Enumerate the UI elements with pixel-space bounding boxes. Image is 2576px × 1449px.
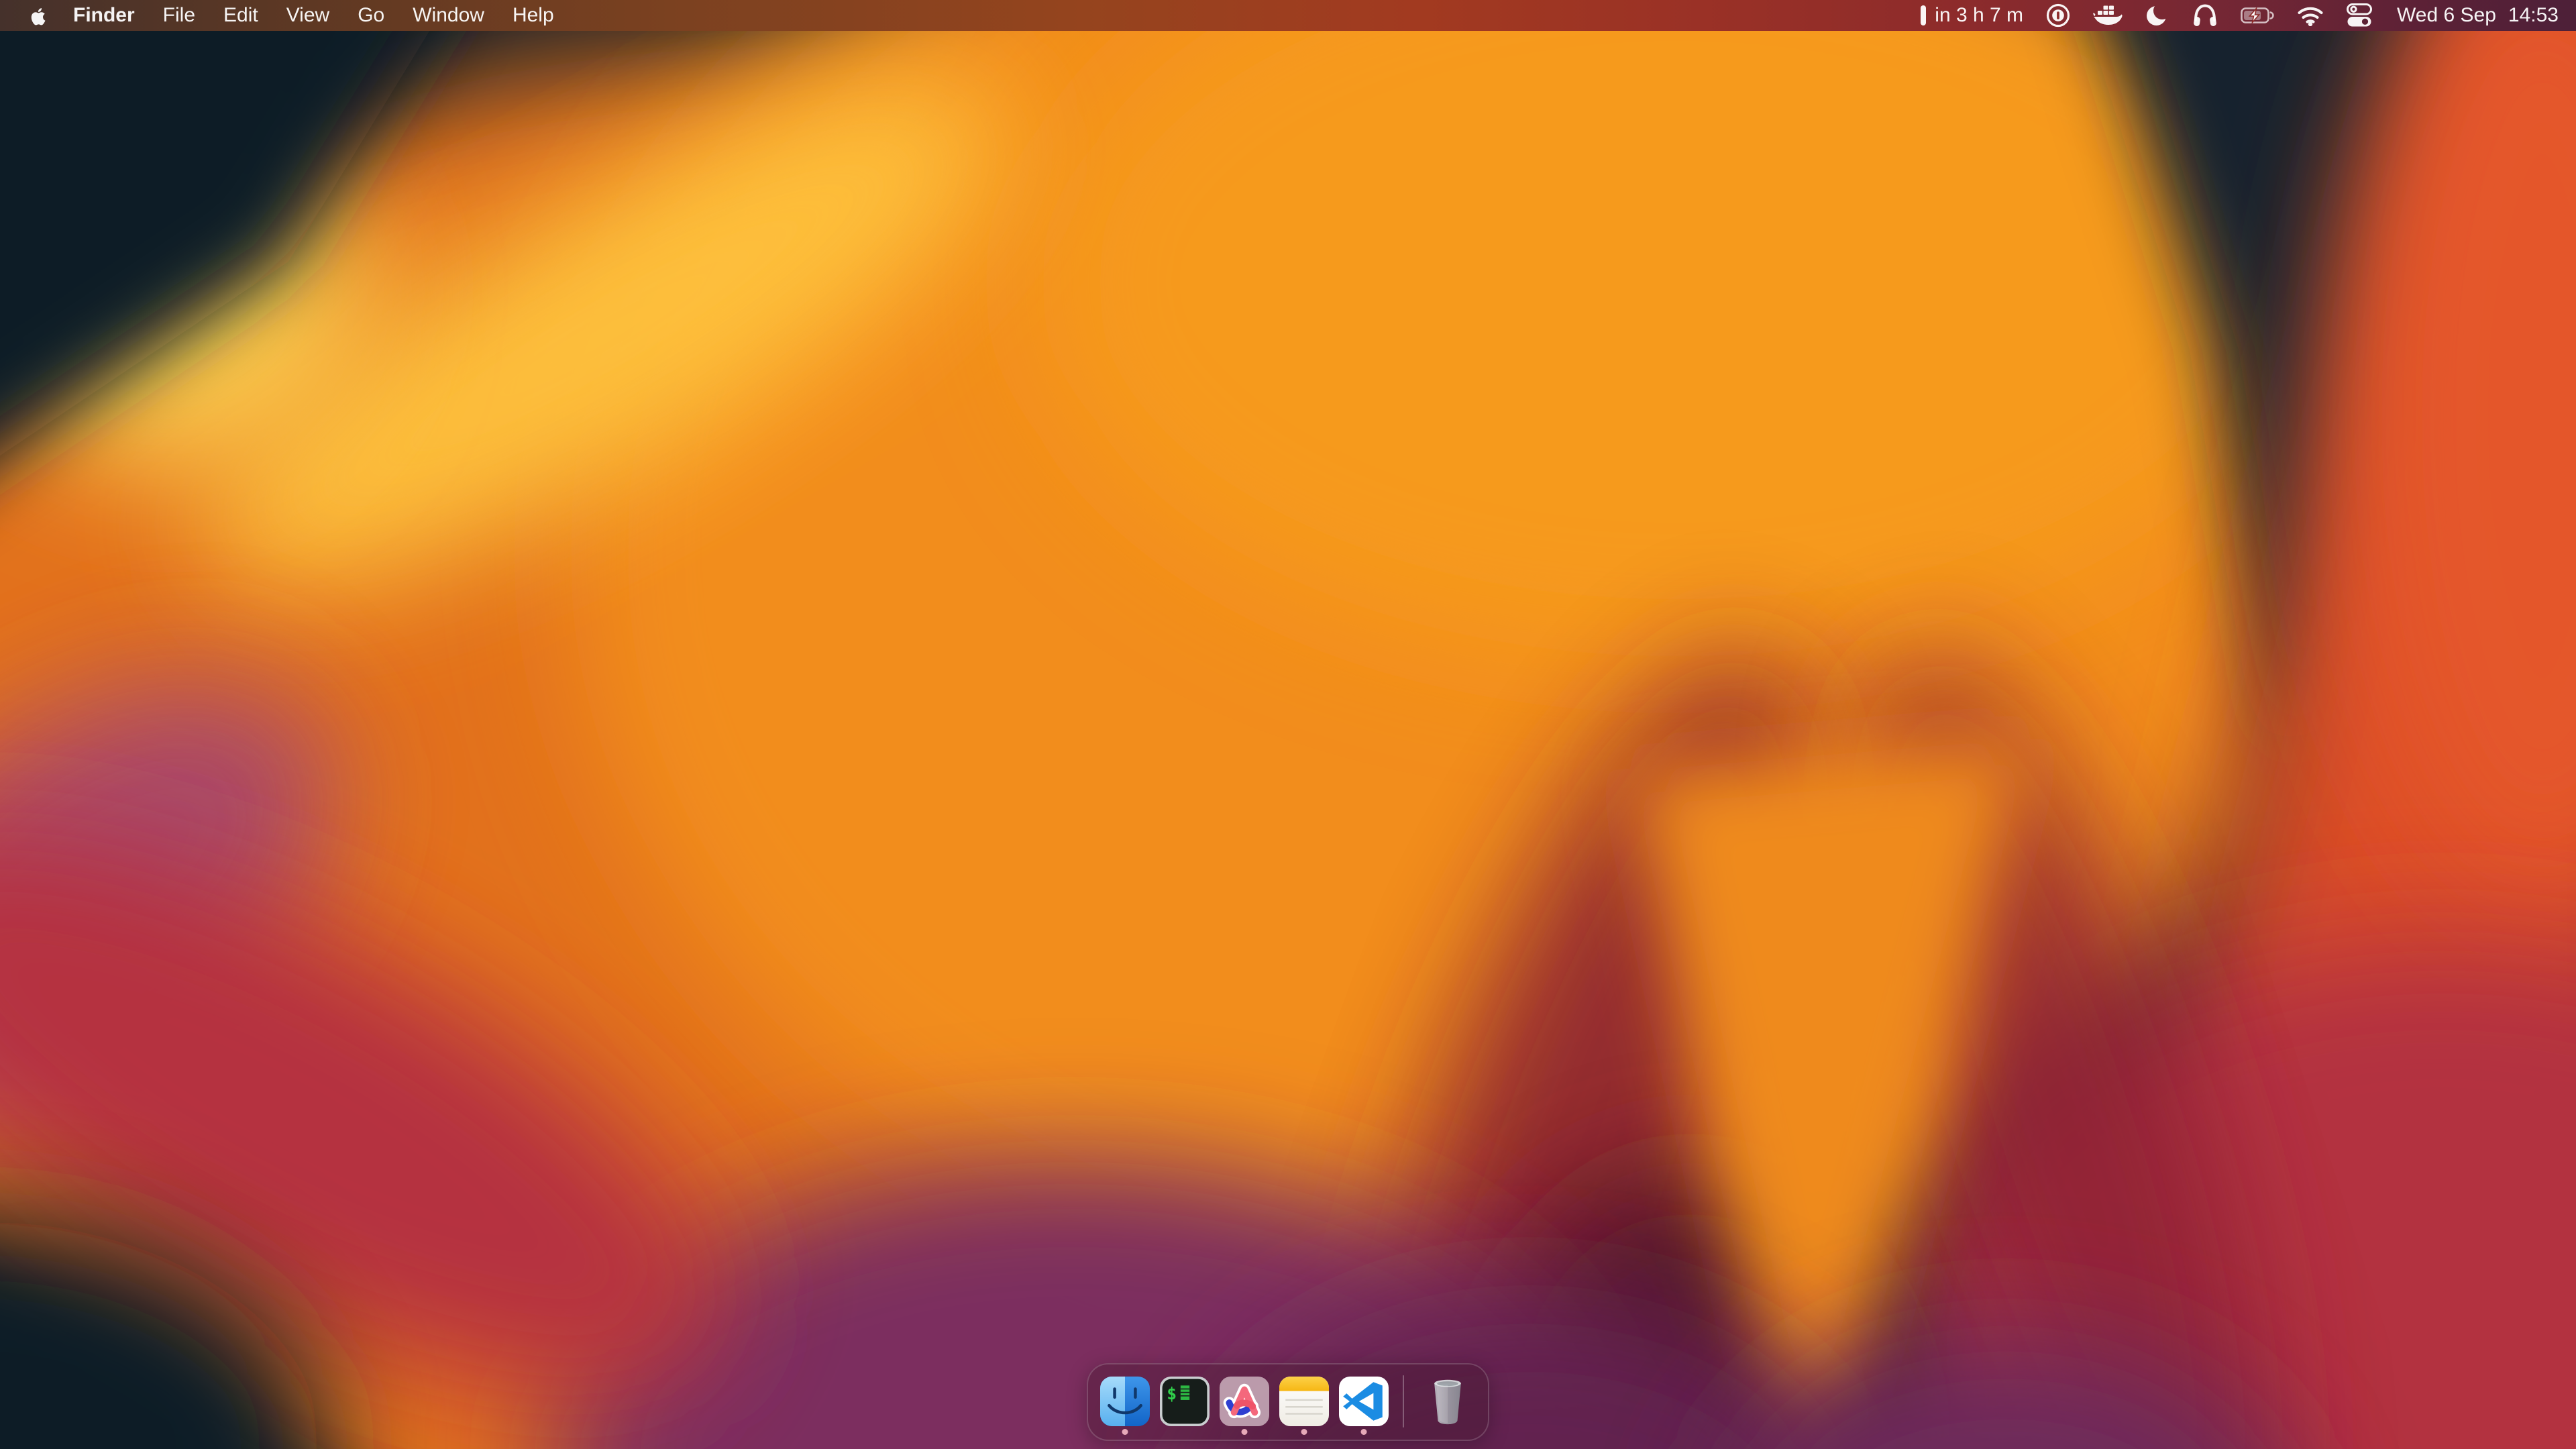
running-indicator-dot (1361, 1429, 1367, 1435)
dock-item-vscode[interactable] (1339, 1377, 1389, 1426)
wifi-status[interactable] (2286, 0, 2335, 31)
dock-item-notes[interactable] (1279, 1377, 1329, 1426)
1password-icon (2046, 3, 2070, 28)
menu-edit[interactable]: Edit (209, 0, 272, 31)
focus-status[interactable] (2134, 0, 2181, 31)
running-indicator-dot (1301, 1429, 1307, 1435)
docker-whale-icon (2093, 3, 2123, 28)
dock-separator (1403, 1375, 1404, 1428)
timer-status[interactable]: in 3 h 7 m (1909, 0, 2035, 31)
control-center-icon (2347, 3, 2372, 28)
menu-go[interactable]: Go (343, 0, 398, 31)
battery-status[interactable] (2229, 0, 2286, 31)
wifi-icon (2297, 5, 2324, 26)
battery-charging-icon (2241, 7, 2274, 23)
menu-file[interactable]: File (149, 0, 209, 31)
date-label: Wed 6 Sep (2397, 4, 2496, 27)
dock: $ (1087, 1363, 1489, 1441)
password-manager-status[interactable] (2035, 0, 2082, 31)
menu-bar: Finder File Edit View Go Window Help in … (0, 0, 2576, 31)
headphones-icon (2192, 3, 2218, 28)
trash-icon (1419, 1373, 1476, 1430)
menu-view[interactable]: View (272, 0, 343, 31)
menu-app-name[interactable]: Finder (59, 0, 149, 31)
moon-icon (2145, 3, 2169, 28)
vscode-icon (1339, 1377, 1389, 1426)
time-label: 14:53 (2508, 4, 2559, 27)
notes-icon (1279, 1377, 1329, 1426)
running-indicator-dot (1122, 1429, 1128, 1435)
menubar-clock[interactable]: Wed 6 Sep 14:53 (2383, 4, 2565, 27)
terminal-icon: $ (1160, 1377, 1210, 1426)
desktop: Finder File Edit View Go Window Help in … (0, 0, 2576, 1449)
menu-window[interactable]: Window (398, 0, 498, 31)
dock-item-terminal[interactable]: $ (1160, 1377, 1210, 1426)
audio-output-status[interactable] (2181, 0, 2229, 31)
apple-menu[interactable] (17, 0, 59, 31)
running-indicator-dot (1242, 1429, 1248, 1435)
control-center[interactable] (2335, 0, 2383, 31)
docker-status[interactable] (2082, 0, 2134, 31)
menu-help[interactable]: Help (498, 0, 568, 31)
timer-label: in 3 h 7 m (1935, 4, 2023, 27)
apple-logo-icon (30, 5, 47, 26)
dock-item-arc[interactable] (1220, 1377, 1269, 1426)
dock-item-trash[interactable] (1419, 1373, 1476, 1430)
svg-text:$: $ (1167, 1384, 1177, 1403)
indicator-pill-icon (1920, 5, 1927, 26)
arc-browser-icon (1220, 1377, 1269, 1426)
wallpaper (0, 0, 2576, 1449)
dock-item-finder[interactable] (1100, 1377, 1150, 1426)
finder-icon (1100, 1377, 1150, 1426)
